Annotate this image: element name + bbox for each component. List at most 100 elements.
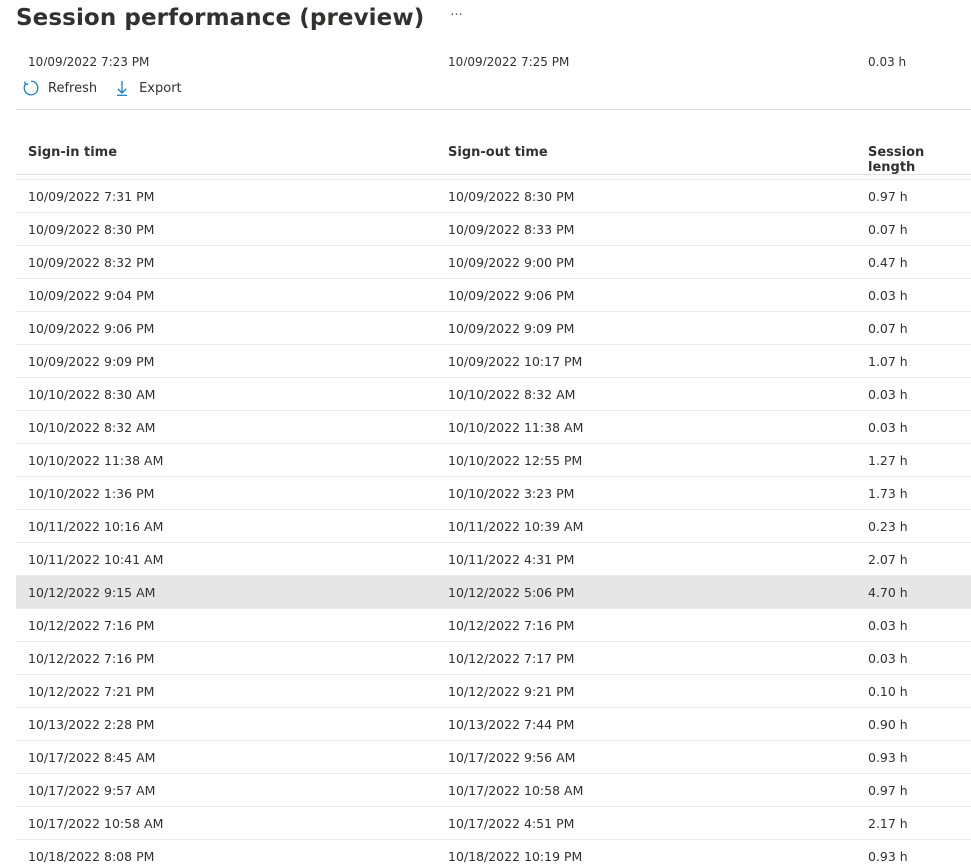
session-length-cell: 0.93 h	[868, 849, 908, 864]
sessions-table: Sign-in time Sign-out time Session lengt…	[16, 130, 971, 868]
table-row[interactable]: 10/12/2022 7:16 PM 10/12/2022 7:16 PM 0.03…	[16, 609, 971, 642]
sign-out-cell: 10/11/2022 10:39 AM	[448, 519, 584, 534]
sign-out-cell: 10/09/2022 9:09 PM	[448, 321, 575, 336]
table-row[interactable]: 10/09/2022 9:06 PM 10/09/2022 9:09 PM 0.07…	[16, 312, 971, 345]
table-header: Sign-in time Sign-out time Session lengt…	[16, 130, 971, 175]
table-row[interactable]: 10/09/2022 9:04 PM 10/09/2022 9:06 PM 0.03…	[16, 279, 971, 312]
export-label: Export	[139, 80, 182, 96]
table-row[interactable]: 10/10/2022 1:36 PM 10/10/2022 3:23 PM 1.73…	[16, 477, 971, 510]
session-length-cell: 0.90 h	[868, 717, 908, 732]
session-performance-page: Session performance (preview) ··· 10/09/…	[0, 0, 971, 868]
sign-out-cell: 10/10/2022 8:32 AM	[448, 387, 576, 402]
sign-out-cell: 10/12/2022 7:17 PM	[448, 651, 575, 666]
sign-in-cell: 10/09/2022 8:30 PM	[28, 222, 155, 237]
column-header-sign-in[interactable]: Sign-in time	[28, 145, 117, 160]
table-row[interactable]: 10/13/2022 2:28 PM 10/13/2022 7:44 PM 0.90…	[16, 708, 971, 741]
session-length-cell: 0.03 h	[868, 618, 908, 633]
sign-out-cell: 10/09/2022 9:00 PM	[448, 255, 575, 270]
refresh-button[interactable]: Refresh	[22, 79, 97, 97]
sign-in-cell: 10/11/2022 10:16 AM	[28, 519, 164, 534]
sign-out-cell: 10/12/2022 7:16 PM	[448, 618, 575, 633]
sign-in-cell: 10/09/2022 9:06 PM	[28, 321, 155, 336]
table-row[interactable]: 10/11/2022 10:41 AM 10/11/2022 4:31 PM 2.0…	[16, 543, 971, 576]
sign-out-cell: 10/10/2022 12:55 PM	[448, 453, 583, 468]
sign-out-cell: 10/09/2022 9:06 PM	[448, 288, 575, 303]
table-row[interactable]: 10/17/2022 10:58 AM 10/17/2022 4:51 PM 2.1…	[16, 807, 971, 840]
sign-out-cell: 10/12/2022 9:21 PM	[448, 684, 575, 699]
table-row[interactable]: 10/12/2022 9:15 AM 10/12/2022 5:06 PM 4.70…	[16, 576, 971, 609]
sign-out-cell: 10/17/2022 9:56 AM	[448, 750, 576, 765]
table-row[interactable]: 10/17/2022 9:57 AM 10/17/2022 10:58 AM 0.9…	[16, 774, 971, 807]
sign-in-cell: 10/10/2022 8:30 AM	[28, 387, 156, 402]
sign-in-cell: 10/12/2022 7:21 PM	[28, 684, 155, 699]
sign-out-cell: 10/13/2022 7:44 PM	[448, 717, 575, 732]
session-length-cell: 0.03 h	[868, 288, 908, 303]
sign-in-cell: 10/11/2022 10:41 AM	[28, 552, 164, 567]
toolbar-divider	[16, 109, 971, 110]
table-row[interactable]: 10/09/2022 8:30 PM 10/09/2022 8:33 PM 0.07…	[16, 213, 971, 246]
sign-in-cell: 10/09/2022 8:32 PM	[28, 255, 155, 270]
sign-out-cell: 10/17/2022 10:58 AM	[448, 783, 584, 798]
table-row[interactable]: 10/09/2022 7:31 PM 10/09/2022 8:30 PM 0.97…	[16, 180, 971, 213]
session-length-cell: 0.93 h	[868, 750, 908, 765]
sign-out-cell: 10/11/2022 4:31 PM	[448, 552, 575, 567]
command-bar: Refresh Export	[22, 76, 198, 100]
session-length-cell: 2.07 h	[868, 552, 908, 567]
sign-in-cell: 10/10/2022 1:36 PM	[28, 486, 155, 501]
table-row[interactable]: 10/10/2022 8:30 AM 10/10/2022 8:32 AM 0.03…	[16, 378, 971, 411]
more-options-button[interactable]: ···	[446, 7, 466, 24]
sign-out-cell: 10/09/2022 8:30 PM	[448, 189, 575, 204]
sign-out-cell: 10/09/2022 8:33 PM	[448, 222, 575, 237]
session-length-cell: 1.73 h	[868, 486, 908, 501]
session-length-cell: 0.97 h	[868, 783, 908, 798]
session-length-cell: 1.07 h	[868, 354, 908, 369]
sign-out-cell: 10/18/2022 10:19 PM	[448, 849, 583, 864]
table-body: 10/09/2022 7:31 PM 10/09/2022 8:30 PM 0.97…	[16, 180, 971, 868]
partial-sign-in-cell: 10/09/2022 7:23 PM	[28, 55, 150, 66]
table-row[interactable]: 10/12/2022 7:16 PM 10/12/2022 7:17 PM 0.03…	[16, 642, 971, 675]
table-row[interactable]: 10/12/2022 7:21 PM 10/12/2022 9:21 PM 0.10…	[16, 675, 971, 708]
table-row[interactable]: 10/11/2022 10:16 AM 10/11/2022 10:39 AM 0.…	[16, 510, 971, 543]
sign-in-cell: 10/13/2022 2:28 PM	[28, 717, 155, 732]
sign-out-cell: 10/10/2022 11:38 AM	[448, 420, 584, 435]
refresh-label: Refresh	[48, 80, 98, 96]
sign-in-cell: 10/09/2022 9:04 PM	[28, 288, 155, 303]
column-header-session-length[interactable]: Session length	[868, 145, 971, 175]
column-header-sign-out[interactable]: Sign-out time	[448, 145, 548, 160]
table-row[interactable]: 10/09/2022 9:09 PM 10/09/2022 10:17 PM 1.0…	[16, 345, 971, 378]
table-row[interactable]: 10/10/2022 8:32 AM 10/10/2022 11:38 AM 0.0…	[16, 411, 971, 444]
session-length-cell: 0.03 h	[868, 420, 908, 435]
sign-in-cell: 10/17/2022 10:58 AM	[28, 816, 164, 831]
sign-in-cell: 10/12/2022 9:15 AM	[28, 585, 156, 600]
page-title: Session performance (preview)	[16, 5, 425, 31]
sign-in-cell: 10/12/2022 7:16 PM	[28, 618, 155, 633]
partial-sign-out-cell: 10/09/2022 7:25 PM	[448, 55, 570, 66]
session-length-cell: 0.03 h	[868, 387, 908, 402]
sign-out-cell: 10/12/2022 5:06 PM	[448, 585, 575, 600]
session-length-cell: 1.27 h	[868, 453, 908, 468]
session-length-cell: 4.70 h	[868, 585, 908, 600]
session-length-cell: 0.97 h	[868, 189, 908, 204]
export-button[interactable]: Export	[113, 79, 182, 97]
title-bar: Session performance (preview) ···	[16, 0, 467, 36]
sign-in-cell: 10/17/2022 9:57 AM	[28, 783, 156, 798]
table-row[interactable]: 10/18/2022 8:08 PM 10/18/2022 10:19 PM 0.9…	[16, 840, 971, 868]
sign-in-cell: 10/09/2022 9:09 PM	[28, 354, 155, 369]
sign-in-cell: 10/18/2022 8:08 PM	[28, 849, 155, 864]
table-row[interactable]: 10/10/2022 11:38 AM 10/10/2022 12:55 PM 1.…	[16, 444, 971, 477]
table-row[interactable]: 10/17/2022 8:45 AM 10/17/2022 9:56 AM 0.93…	[16, 741, 971, 774]
session-length-cell: 0.47 h	[868, 255, 908, 270]
sign-in-cell: 10/09/2022 7:31 PM	[28, 189, 155, 204]
sign-in-cell: 10/10/2022 8:32 AM	[28, 420, 156, 435]
session-length-cell: 2.17 h	[868, 816, 908, 831]
download-icon	[113, 79, 131, 97]
session-length-cell: 0.07 h	[868, 222, 908, 237]
session-length-cell: 0.23 h	[868, 519, 908, 534]
refresh-icon	[22, 79, 40, 97]
sign-in-cell: 10/10/2022 11:38 AM	[28, 453, 164, 468]
sign-out-cell: 10/10/2022 3:23 PM	[448, 486, 575, 501]
sign-out-cell: 10/09/2022 10:17 PM	[448, 354, 583, 369]
session-length-cell: 0.07 h	[868, 321, 908, 336]
table-row[interactable]: 10/09/2022 8:32 PM 10/09/2022 9:00 PM 0.47…	[16, 246, 971, 279]
scrolled-partial-row: 10/09/2022 7:23 PM 10/09/2022 7:25 PM 0.…	[0, 52, 971, 66]
